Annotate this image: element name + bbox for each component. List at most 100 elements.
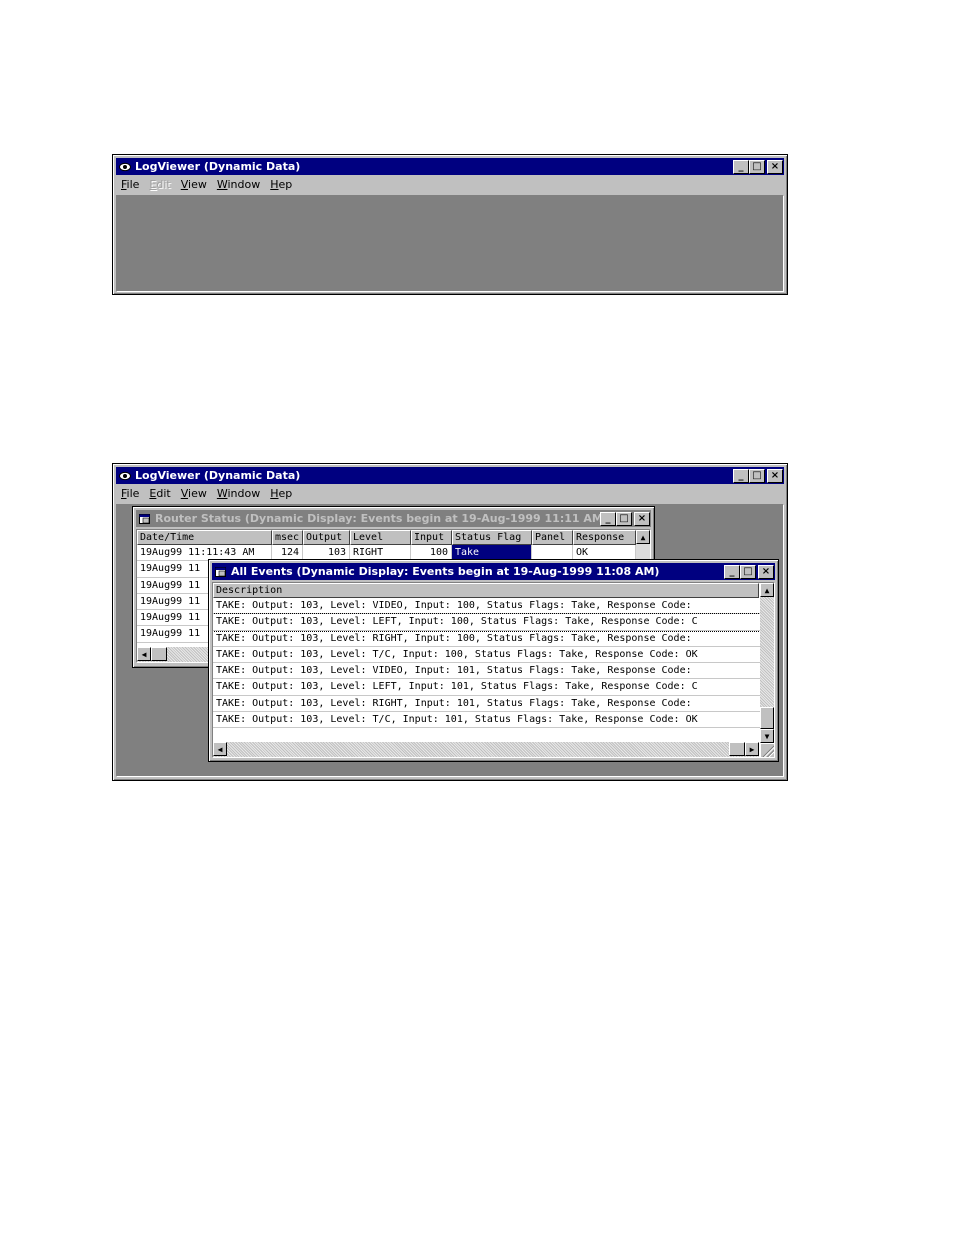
- mdi-client-area: [116, 195, 784, 292]
- resize-grip-icon[interactable]: [761, 744, 774, 757]
- event-description: TAKE: Output: 103, Level: VIDEO, Input: …: [216, 665, 692, 677]
- maximize-button[interactable]: □: [749, 468, 765, 483]
- menu-label-rest: ep: [278, 486, 293, 500]
- menu-view[interactable]: View: [176, 487, 212, 500]
- table-cell: 19Aug99 11:11:43 AM: [137, 545, 272, 561]
- minimize-button[interactable]: _: [733, 159, 749, 174]
- all-events-table[interactable]: Description TAKE: Output: 103, Level: VI…: [212, 582, 775, 758]
- menu-hep[interactable]: Hep: [265, 487, 297, 500]
- arrow-up-icon: ▲: [640, 532, 646, 542]
- menu-window[interactable]: Window: [212, 487, 265, 500]
- minimize-icon: _: [738, 161, 744, 172]
- title-bar[interactable]: LogViewer (Dynamic Data) _ □ ×: [116, 158, 784, 175]
- menu-label-rest: ep: [278, 177, 293, 191]
- maximize-icon: □: [743, 566, 753, 577]
- maximize-button[interactable]: □: [616, 511, 632, 526]
- maximize-icon: □: [619, 513, 629, 524]
- minimize-icon: _: [605, 513, 611, 524]
- close-icon: ×: [770, 161, 780, 172]
- event-description: TAKE: Output: 103, Level: RIGHT, Input: …: [216, 697, 692, 709]
- window-title: LogViewer (Dynamic Data): [135, 160, 301, 173]
- minimize-button[interactable]: _: [733, 468, 749, 483]
- all-events-window[interactable]: All Events (Dynamic Display: Events begi…: [208, 559, 779, 762]
- minimize-icon: _: [738, 470, 744, 481]
- document-window-icon[interactable]: [139, 513, 151, 525]
- table-row[interactable]: TAKE: Output: 103, Level: RIGHT, Input: …: [213, 696, 774, 713]
- vertical-scrollbar[interactable]: ▲ ▼: [760, 583, 774, 743]
- event-description: TAKE: Output: 103, Level: RIGHT, Input: …: [216, 632, 692, 644]
- close-icon: ×: [761, 566, 771, 577]
- table-row[interactable]: TAKE: Output: 103, Level: VIDEO, Input: …: [213, 598, 774, 615]
- menu-label-rest: indow: [227, 177, 261, 191]
- all-events-title-bar[interactable]: All Events (Dynamic Display: Events begi…: [212, 563, 775, 580]
- menu-window[interactable]: Window: [212, 178, 265, 191]
- minimize-button[interactable]: _: [600, 511, 616, 526]
- table-row[interactable]: TAKE: Output: 103, Level: LEFT, Input: 1…: [213, 613, 774, 632]
- menu-label-rest: indow: [227, 486, 261, 500]
- router-status-title: Router Status (Dynamic Display: Events b…: [155, 512, 600, 525]
- scroll-down-button[interactable]: ▼: [760, 729, 774, 743]
- close-button[interactable]: ×: [767, 159, 783, 174]
- table-row[interactable]: TAKE: Output: 103, Level: LEFT, Input: 1…: [213, 679, 774, 696]
- menu-accelerator: W: [216, 177, 228, 191]
- arrow-up-icon: ▲: [764, 585, 770, 595]
- column-header[interactable]: Status Flag: [452, 530, 532, 545]
- eye-icon[interactable]: [119, 470, 131, 482]
- table-body: TAKE: Output: 103, Level: VIDEO, Input: …: [213, 598, 774, 729]
- mdi-client-area: Router Status (Dynamic Display: Events b…: [116, 504, 784, 777]
- scroll-up-button[interactable]: ▲: [760, 583, 774, 597]
- maximize-button[interactable]: □: [740, 564, 756, 579]
- menu-edit[interactable]: Edit: [144, 487, 175, 500]
- arrow-down-icon: ▼: [764, 731, 770, 741]
- close-button[interactable]: ×: [758, 564, 774, 579]
- menu-hep[interactable]: Hep: [265, 178, 297, 191]
- vertical-scroll-thumb[interactable]: [760, 707, 774, 729]
- menu-file[interactable]: File: [116, 178, 144, 191]
- menu-accelerator: V: [180, 177, 189, 191]
- window-title: LogViewer (Dynamic Data): [135, 469, 301, 482]
- column-header[interactable]: Output: [303, 530, 350, 545]
- horizontal-scroll-thumb[interactable]: [729, 742, 745, 756]
- table-row[interactable]: TAKE: Output: 103, Level: T/C, Input: 10…: [213, 647, 774, 664]
- column-header[interactable]: Date/Time: [137, 530, 272, 545]
- eye-icon[interactable]: [119, 161, 131, 173]
- table-row[interactable]: TAKE: Output: 103, Level: VIDEO, Input: …: [213, 663, 774, 680]
- maximize-icon: □: [752, 161, 762, 172]
- column-header-description[interactable]: Description: [213, 583, 759, 598]
- menu-file[interactable]: File: [116, 487, 144, 500]
- table-row[interactable]: TAKE: Output: 103, Level: RIGHT, Input: …: [213, 631, 774, 647]
- close-button[interactable]: ×: [634, 511, 650, 526]
- event-description: TAKE: Output: 103, Level: T/C, Input: 10…: [216, 648, 698, 660]
- column-header[interactable]: Panel: [532, 530, 573, 545]
- document-window-icon[interactable]: [215, 566, 227, 578]
- menu-edit[interactable]: Edit: [144, 178, 175, 191]
- minimize-button[interactable]: _: [724, 564, 740, 579]
- column-header[interactable]: msec: [272, 530, 303, 545]
- event-description: TAKE: Output: 103, Level: T/C, Input: 10…: [216, 714, 698, 726]
- logviewer-window-bottom: LogViewer (Dynamic Data) _ □ × File Edit V…: [112, 463, 788, 781]
- column-header[interactable]: Level: [350, 530, 411, 545]
- menu-view[interactable]: View: [176, 178, 212, 191]
- scroll-left-button[interactable]: ◀: [213, 742, 227, 756]
- maximize-button[interactable]: □: [749, 159, 765, 174]
- column-header[interactable]: Input: [411, 530, 452, 545]
- event-description: TAKE: Output: 103, Level: LEFT, Input: 1…: [216, 616, 698, 628]
- scroll-up-button[interactable]: ▲: [636, 530, 650, 544]
- menu-accelerator: H: [270, 486, 279, 500]
- router-status-title-bar[interactable]: Router Status (Dynamic Display: Events b…: [136, 510, 651, 527]
- table-cell: [532, 545, 573, 561]
- menu-label-rest: dit: [156, 486, 171, 500]
- menu-bar: File Edit View Window Hep: [116, 484, 784, 502]
- table-row[interactable]: TAKE: Output: 103, Level: T/C, Input: 10…: [213, 712, 774, 729]
- table-cell: RIGHT: [350, 545, 411, 561]
- scroll-right-button[interactable]: ▶: [745, 742, 759, 756]
- logviewer-window-top: LogViewer (Dynamic Data) _ □ × File Edit V…: [112, 154, 788, 295]
- horizontal-scrollbar[interactable]: ◀ ▶: [213, 742, 759, 757]
- menu-label-rest: ile: [126, 486, 140, 500]
- title-bar[interactable]: LogViewer (Dynamic Data) _ □ ×: [116, 467, 784, 484]
- scroll-left-button[interactable]: ◀: [137, 647, 151, 661]
- column-header[interactable]: Response: [573, 530, 636, 545]
- horizontal-scroll-thumb[interactable]: [151, 647, 167, 661]
- close-button[interactable]: ×: [767, 468, 783, 483]
- all-events-title: All Events (Dynamic Display: Events begi…: [231, 565, 660, 578]
